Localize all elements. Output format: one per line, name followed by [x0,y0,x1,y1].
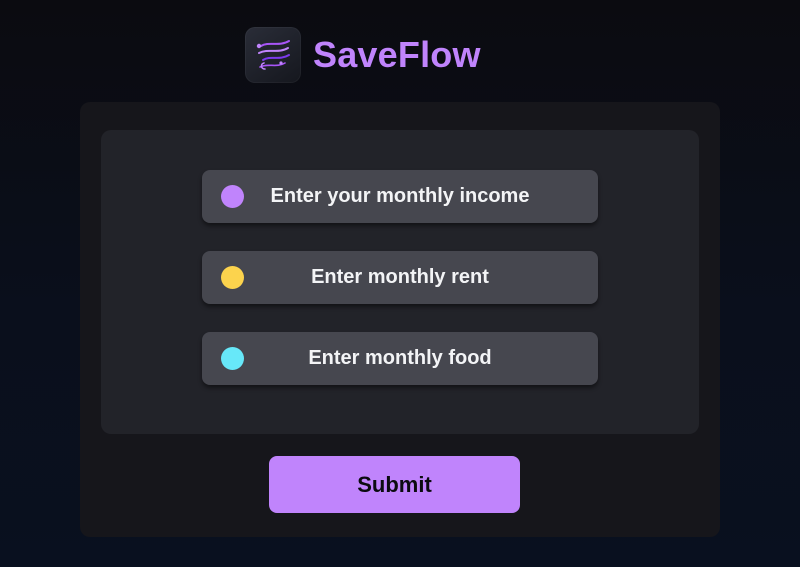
budget-form-card: Enter your monthly income Enter monthly … [80,102,720,537]
submit-button[interactable]: Submit [269,456,520,513]
income-field-placeholder: Enter your monthly income [270,185,530,207]
food-field-placeholder: Enter monthly food [308,347,492,369]
food-field[interactable]: Enter monthly food [202,332,598,385]
saveflow-logo-icon [245,27,301,83]
rent-field-placeholder: Enter monthly rent [311,266,489,288]
rent-field[interactable]: Enter monthly rent [202,251,598,304]
income-field[interactable]: Enter your monthly income [202,170,598,223]
fields-panel: Enter your monthly income Enter monthly … [101,130,699,434]
brand-name: SaveFlow [313,34,481,75]
brand-header: SaveFlow [245,27,481,83]
